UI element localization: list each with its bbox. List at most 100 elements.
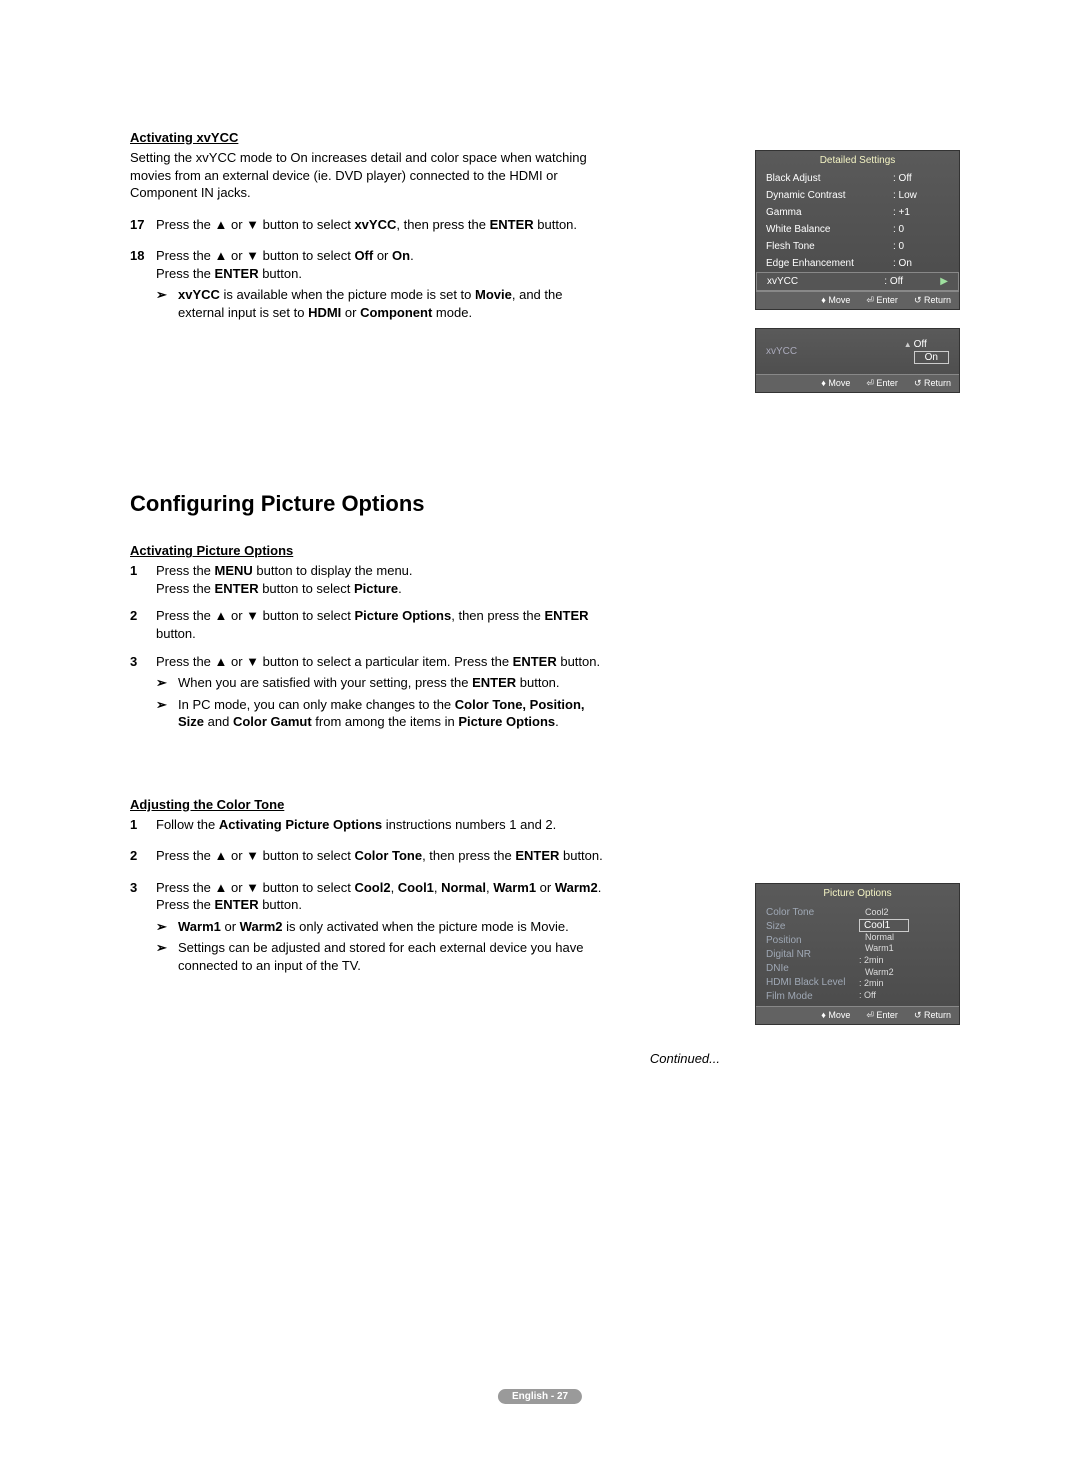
txt: Press the ▲ or ▼ button to select (156, 880, 354, 895)
osd-label: Flesh Tone (766, 241, 893, 252)
step-text: Press the ▲ or ▼ button to select Color … (156, 847, 610, 865)
txt: Press the (156, 563, 215, 578)
osd-row: Gamma: +1 (756, 204, 959, 221)
step-3: 3 Press the ▲ or ▼ button to select a pa… (130, 653, 610, 731)
bold: Color Tone (354, 848, 422, 863)
page-number-pill: English - 27 (498, 1389, 582, 1404)
txt: mode. (432, 305, 472, 320)
chevron-icon: ➢ (156, 939, 178, 974)
txt: Move (828, 1010, 850, 1020)
bold: ENTER (215, 266, 259, 281)
txt: In PC mode, you can only make changes to… (178, 697, 455, 712)
bold: Warm1 (493, 880, 536, 895)
osd-label: Dynamic Contrast (766, 190, 893, 201)
txt: button. (516, 675, 559, 690)
osd-value: : Off (884, 276, 940, 287)
intro-paragraph: Setting the xvYCC mode to On increases d… (130, 149, 610, 202)
osd-title: Picture Options (756, 884, 959, 903)
note-text: xvYCC is available when the picture mode… (178, 286, 610, 321)
content-column: Activating xvYCC Setting the xvYCC mode … (130, 130, 610, 1066)
txt: Enter (876, 295, 898, 305)
bold: Color Gamut (233, 714, 312, 729)
hint-move: ♦ Move (821, 378, 850, 389)
txt: and (204, 714, 233, 729)
step-number: 2 (130, 847, 156, 865)
txt: is only activated when the picture mode … (283, 919, 569, 934)
txt: Return (924, 1010, 951, 1020)
osd-label: White Balance (766, 224, 893, 235)
step-2: 2 Press the ▲ or ▼ button to select Colo… (130, 847, 610, 865)
txt: Press the ▲ or ▼ button to select (156, 217, 354, 232)
chevron-icon: ➢ (156, 286, 178, 321)
continued-label: Continued... (130, 1051, 720, 1066)
bold: ENTER (215, 581, 259, 596)
osd-value: : +1 (893, 207, 949, 218)
bold: xvYCC (354, 217, 396, 232)
option-warm2: Warm2 (859, 967, 894, 979)
bold: ENTER (215, 897, 259, 912)
note-row: ➢ Warm1 or Warm2 is only activated when … (156, 918, 610, 936)
osd-row: White Balance: 0 (756, 221, 959, 238)
hint-return: ↺ Return (914, 1010, 951, 1021)
txt: Press the (156, 897, 215, 912)
txt: instructions numbers 1 and 2. (382, 817, 556, 832)
step-17: 17 Press the ▲ or ▼ button to select xvY… (130, 216, 610, 234)
bold: MENU (215, 563, 253, 578)
osd-label: DNIe (766, 963, 859, 974)
bold: Cool2 (354, 880, 390, 895)
hint-move: ♦ Move (821, 295, 850, 306)
bold: Normal (441, 880, 486, 895)
step-2: 2 Press the ▲ or ▼ button to select Pict… (130, 607, 610, 642)
txt: or (373, 248, 392, 263)
osd-value: : 0 (893, 224, 949, 235)
section-title: Activating xvYCC (130, 130, 238, 145)
osd-label: xvYCC (767, 276, 884, 287)
step-number: 18 (130, 247, 156, 321)
bold: Picture Options (354, 608, 451, 623)
bold: HDMI (308, 305, 341, 320)
osd-label: Black Adjust (766, 173, 893, 184)
txt: or (341, 305, 360, 320)
dropdown-list: Cool2 Cool1 Normal Warm1 : 2min Warm2 : … (859, 903, 959, 1006)
txt: is available when the picture mode is se… (220, 287, 475, 302)
bold: Warm2 (555, 880, 598, 895)
hint-enter: ⏎ Enter (866, 295, 898, 306)
txt: button. (259, 897, 302, 912)
bold: Component (360, 305, 432, 320)
txt: Enter (876, 378, 898, 388)
txt: . (555, 714, 559, 729)
osd-label: HDMI Black Level (766, 977, 859, 988)
hint-enter: ⏎ Enter (866, 1010, 898, 1021)
bold: Picture Options (458, 714, 555, 729)
osd-footer: ♦ Move ⏎ Enter ↺ Return (756, 1006, 959, 1024)
txt: Enter (876, 1010, 898, 1020)
txt: When you are satisfied with your setting… (178, 675, 472, 690)
txt: Press the (156, 581, 215, 596)
step-text: Press the ▲ or ▼ button to select a part… (156, 653, 610, 731)
osd-value: : Off (893, 173, 949, 184)
step-1: 1 Press the MENU button to display the m… (130, 562, 610, 597)
step-1: 1 Follow the Activating Picture Options … (130, 816, 610, 834)
step-18: 18 Press the ▲ or ▼ button to select Off… (130, 247, 610, 321)
note-text: When you are satisfied with your setting… (178, 674, 610, 692)
txt: Press the ▲ or ▼ button to select a part… (156, 654, 513, 669)
value-off: : Off (859, 990, 876, 1002)
txt: button. (534, 217, 577, 232)
osd-picture-options: Picture Options Color Tone Size Position… (755, 883, 960, 1025)
bold: Off (354, 248, 373, 263)
txt: button. (559, 848, 602, 863)
step-number: 3 (130, 653, 156, 731)
section-activating-picture-options: Activating Picture Options 1 Press the M… (130, 543, 610, 730)
note-text: In PC mode, you can only make changes to… (178, 696, 610, 731)
txt: Press the ▲ or ▼ button to select (156, 248, 354, 263)
step-number: 1 (130, 816, 156, 834)
heading-configuring-picture-options: Configuring Picture Options (130, 491, 610, 517)
option-on-selected: On (914, 351, 949, 364)
value-2min: : 2min (859, 955, 884, 967)
osd-row: Flesh Tone: 0 (756, 238, 959, 255)
txt: Return (924, 295, 951, 305)
txt: , (391, 880, 398, 895)
bold: Warm2 (240, 919, 283, 934)
osd-footer: ♦ Move ⏎ Enter ↺ Return (756, 291, 959, 309)
txt: , then press the (396, 217, 489, 232)
